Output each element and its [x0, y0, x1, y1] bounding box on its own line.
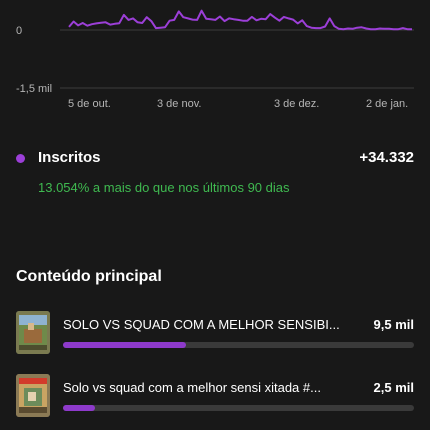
video-thumbnail[interactable]: [16, 311, 50, 354]
x-tick-label: 2 de jan.: [366, 98, 408, 110]
x-tick-label: 3 de dez.: [274, 98, 319, 110]
content-item[interactable]: SOLO VS SQUAD COM A MELHOR SENSIBI... 9,…: [16, 311, 414, 355]
share-bar-track: [63, 342, 414, 348]
subscribers-metric-row[interactable]: Inscritos +34.332: [16, 148, 414, 170]
share-bar-fill: [63, 405, 95, 411]
thumbnail-image-icon: [16, 311, 50, 354]
content-value: 2,5 mil: [373, 380, 414, 395]
subscribers-line-chart: 0 -1,5 mil 5 de out. 3 de nov. 3 de dez.…: [16, 9, 414, 110]
content-item[interactable]: Solo vs squad com a melhor sensi xitada …: [16, 374, 414, 418]
y-tick-label: -1,5 mil: [16, 83, 52, 95]
video-thumbnail[interactable]: [16, 374, 50, 417]
content-title: SOLO VS SQUAD COM A MELHOR SENSIBI...: [63, 317, 340, 332]
metric-name: Inscritos: [38, 149, 101, 166]
share-bar-fill: [63, 342, 186, 348]
section-title: Conteúdo principal: [16, 268, 162, 285]
share-bar-track: [63, 405, 414, 411]
y-tick-label: 0: [16, 25, 22, 37]
subscribers-series-line: [68, 9, 412, 31]
metric-value: +34.332: [359, 149, 414, 166]
x-tick-label: 5 de out.: [68, 98, 111, 110]
legend-dot-icon: [16, 154, 25, 163]
x-tick-label: 3 de nov.: [157, 98, 201, 110]
content-value: 9,5 mil: [373, 317, 414, 332]
metric-comparison: 13.054% a mais do que nos últimos 90 dia…: [38, 180, 290, 195]
thumbnail-image-icon: [16, 374, 50, 417]
content-title: Solo vs squad com a melhor sensi xitada …: [63, 380, 321, 395]
